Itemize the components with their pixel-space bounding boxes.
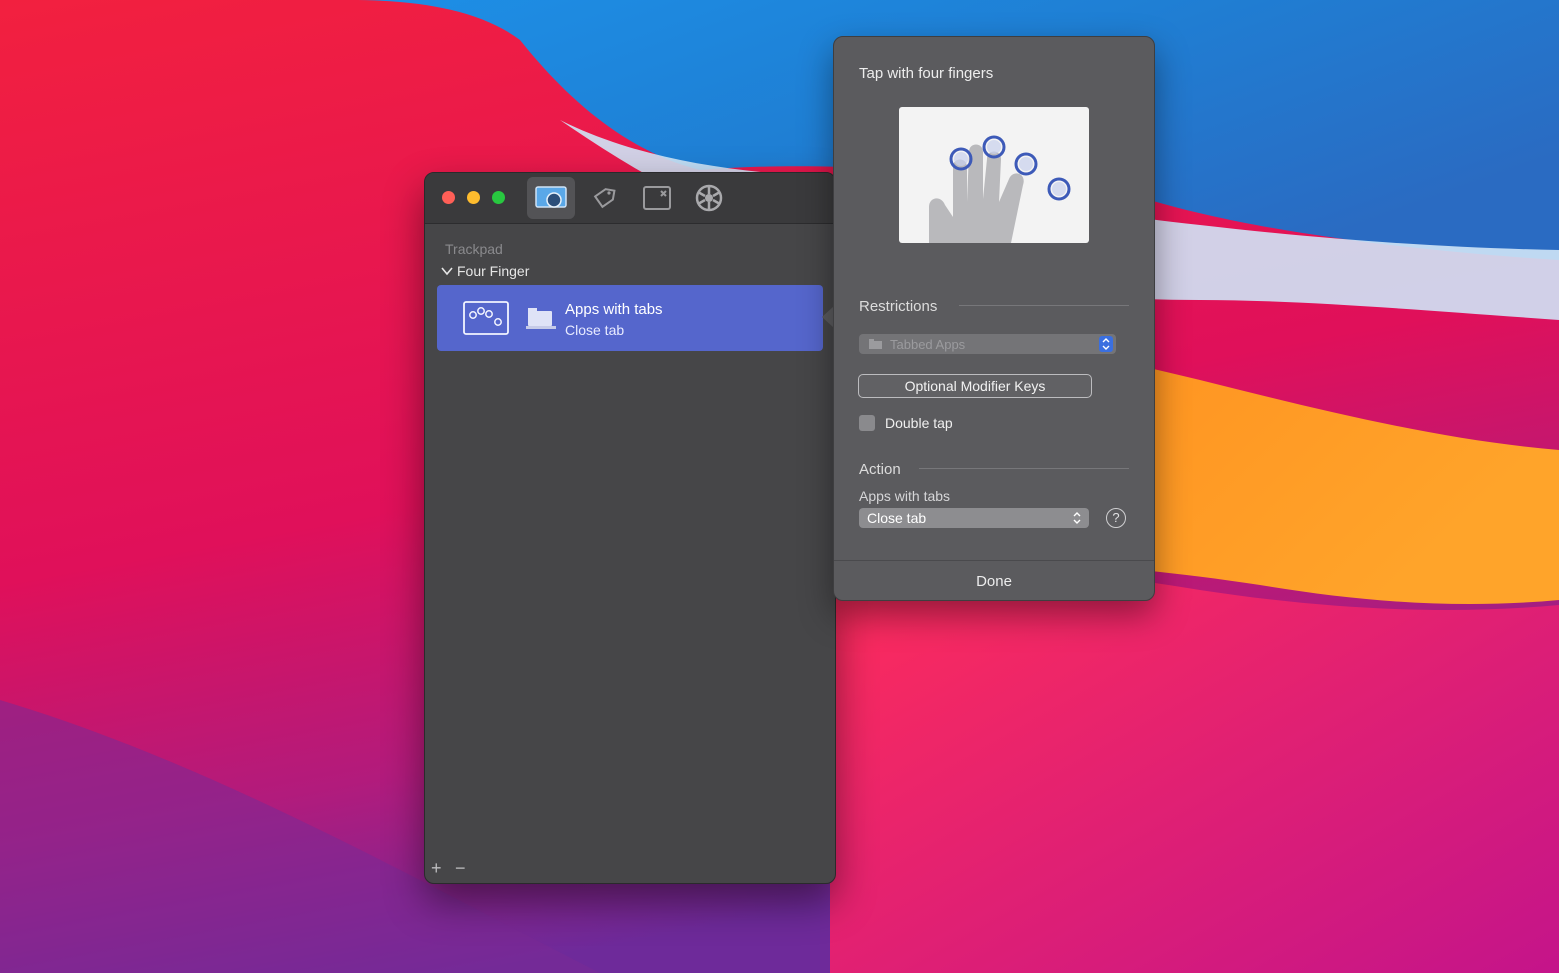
tabbed-window-icon <box>869 339 882 349</box>
tab-trackpad[interactable] <box>527 177 575 219</box>
zoom-window-button[interactable] <box>492 191 505 204</box>
group-four-finger[interactable]: Four Finger <box>441 263 529 279</box>
window-toolbar <box>425 173 835 224</box>
tab-keyboard[interactable] <box>580 177 628 219</box>
tab-preferences[interactable] <box>685 177 733 219</box>
action-select-value: Close tab <box>867 510 927 526</box>
window-close-box-icon <box>643 186 671 210</box>
gear-icon <box>695 184 723 212</box>
select-stepper-icon <box>1099 336 1113 352</box>
popover-title: Tap with four fingers <box>859 65 994 82</box>
sidebar-section-trackpad: Trackpad <box>445 241 503 257</box>
close-window-button[interactable] <box>442 191 455 204</box>
double-tap-checkbox[interactable] <box>859 415 875 431</box>
minimize-window-button[interactable] <box>467 191 480 204</box>
four-finger-tap-icon <box>463 301 509 335</box>
remove-gesture-button[interactable]: − <box>455 859 466 877</box>
gesture-action-label: Close tab <box>565 322 625 338</box>
tabbed-window-icon <box>526 308 556 329</box>
restriction-select-value: Tabbed Apps <box>890 337 966 352</box>
action-heading: Action <box>859 461 901 478</box>
action-app-label: Apps with tabs <box>859 488 951 504</box>
tab-windows[interactable] <box>633 177 681 219</box>
action-divider <box>919 468 1129 469</box>
gesture-app-label: Apps with tabs <box>565 301 663 318</box>
tag-icon <box>593 188 616 209</box>
gesture-settings-popover: Tap with four fingers Restrictions Tabbe… <box>833 36 1155 601</box>
popover-footer-divider <box>834 560 1154 561</box>
double-tap-label: Double tap <box>885 415 953 431</box>
select-stepper-icon <box>1073 512 1081 524</box>
restriction-select[interactable]: Tabbed Apps <box>859 334 1116 354</box>
chevron-down-icon <box>441 267 453 276</box>
gesture-preview <box>899 107 1089 243</box>
gesture-row-selected[interactable]: Apps with tabs Close tab <box>437 285 823 351</box>
add-gesture-button[interactable]: + <box>431 859 442 877</box>
action-select[interactable]: Close tab <box>859 508 1089 528</box>
group-label: Four Finger <box>457 263 530 279</box>
restrictions-heading: Restrictions <box>859 298 938 315</box>
optional-modifier-keys-button[interactable]: Optional Modifier Keys <box>858 374 1092 398</box>
help-button[interactable]: ? <box>1106 508 1126 528</box>
four-finger-hand-illustration <box>929 135 1071 243</box>
done-button[interactable]: Done <box>834 573 1154 590</box>
main-window: Trackpad Four Finger Apps with tabs Clos… <box>424 172 836 884</box>
restrictions-divider <box>959 305 1129 306</box>
trackpad-gesture-icon <box>535 186 567 208</box>
